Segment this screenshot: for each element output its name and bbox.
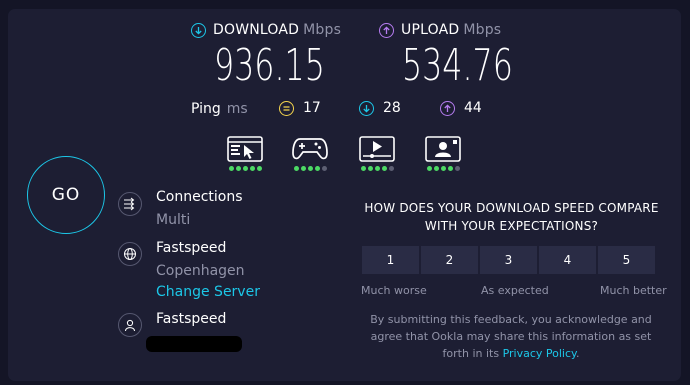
- rating-dots: [426, 166, 460, 171]
- gaming-icon: [292, 138, 328, 160]
- connections-title: Connections: [156, 189, 243, 205]
- server-location: Copenhagen: [156, 263, 245, 279]
- activity-web-browsing[interactable]: [225, 136, 265, 171]
- upload-unit: Mbps: [463, 22, 502, 38]
- ping-idle: 17: [279, 100, 321, 116]
- download-speed-value: 936.15: [214, 40, 325, 91]
- rating-option-2[interactable]: 2: [420, 245, 479, 275]
- ping-unit: ms: [226, 101, 248, 117]
- connections-value: Multi: [156, 212, 191, 228]
- video-streaming-icon: [359, 136, 395, 162]
- connections-icon: [118, 192, 142, 216]
- arrow-down-circle-icon: [191, 22, 206, 38]
- rating-option-3[interactable]: 3: [479, 245, 538, 275]
- ping-download-value: 28: [383, 100, 401, 116]
- arrow-up-circle-icon: [379, 22, 394, 38]
- ping-idle-value: 17: [303, 100, 321, 116]
- rating-dots: [293, 166, 327, 171]
- upload-header: UPLOAD Mbps: [379, 22, 501, 38]
- privacy-policy-link[interactable]: Privacy Policy: [503, 347, 576, 360]
- download-unit: Mbps: [303, 22, 342, 38]
- download-latency-icon: [359, 100, 374, 116]
- upload-speed-value: 534.76: [402, 40, 513, 91]
- rating-dots: [228, 166, 262, 171]
- activity-video-chat[interactable]: [423, 136, 463, 171]
- provider-name: Fastspeed: [156, 311, 227, 327]
- video-chat-icon: [425, 136, 461, 162]
- rating-option-4[interactable]: 4: [538, 245, 597, 275]
- go-button[interactable]: GO: [27, 156, 105, 234]
- feedback-disclaimer: By submitting this feedback, you acknowl…: [370, 313, 652, 360]
- user-icon: [118, 313, 142, 337]
- ping-upload: 44: [440, 100, 482, 116]
- web-browsing-icon: [227, 136, 263, 162]
- rating-dots: [360, 166, 394, 171]
- rating-option-1[interactable]: 1: [361, 245, 420, 275]
- change-server-link[interactable]: Change Server: [156, 284, 260, 300]
- upload-latency-icon: [440, 100, 455, 116]
- scale-high-label: Much better: [600, 284, 667, 297]
- scale-low-label: Much worse: [361, 284, 427, 297]
- server-name: Fastspeed: [156, 240, 227, 256]
- globe-icon: [118, 242, 142, 266]
- download-header: DOWNLOAD Mbps: [191, 22, 341, 38]
- feedback-question: HOW DOES YOUR DOWNLOAD SPEED COMPARE WIT…: [364, 201, 659, 233]
- upload-label: UPLOAD: [401, 22, 460, 38]
- activity-gaming[interactable]: [290, 136, 330, 171]
- activity-video-streaming[interactable]: [357, 136, 397, 171]
- ping-upload-value: 44: [464, 100, 482, 116]
- ping-download: 28: [359, 100, 401, 116]
- ping-label: Ping ms: [191, 101, 248, 117]
- idle-latency-icon: [279, 100, 294, 116]
- redacted-ip: [146, 336, 242, 352]
- scale-mid-label: As expected: [481, 284, 549, 297]
- download-label: DOWNLOAD: [213, 22, 300, 38]
- feedback-rating: 1 2 3 4 5: [361, 245, 656, 275]
- ping-title: Ping: [191, 101, 221, 117]
- rating-option-5[interactable]: 5: [597, 245, 656, 275]
